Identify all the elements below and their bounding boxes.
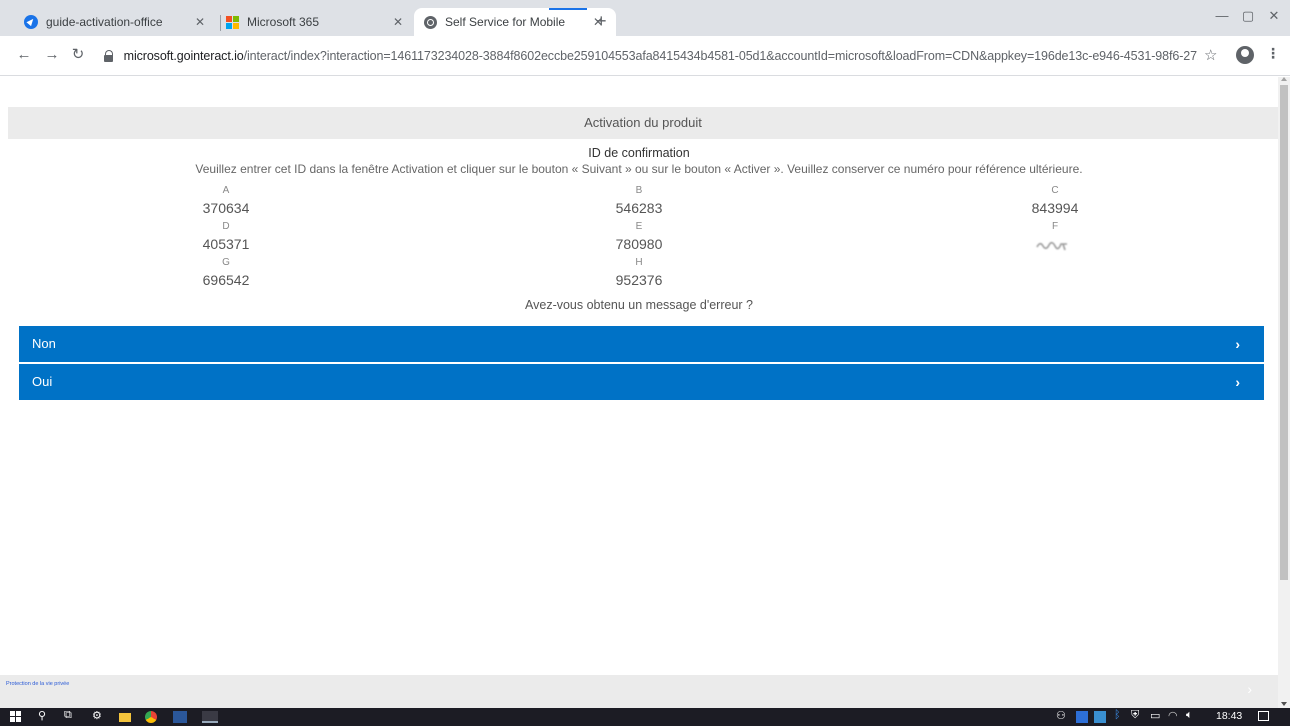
close-icon[interactable]: ✕	[192, 14, 208, 30]
id-group-c: C 843994	[1015, 184, 1095, 218]
id-group-a: A 370634	[186, 184, 266, 218]
browser-toolbar: ← → ↻ microsoft.gointeract.io/interact/i…	[0, 36, 1290, 76]
taskbar-clock[interactable]: 18:43	[1216, 710, 1242, 722]
wifi-icon[interactable]: ◠	[1168, 709, 1178, 722]
photos-icon[interactable]	[202, 711, 218, 723]
tab-microsoft-365[interactable]: Microsoft 365 ✕	[216, 8, 416, 36]
loading-indicator	[549, 8, 587, 10]
vertical-scrollbar[interactable]	[1278, 77, 1290, 708]
yes-label: Oui	[32, 374, 53, 389]
id-group-g: G 696542	[186, 256, 266, 290]
microsoft-logo-icon	[226, 15, 239, 29]
close-icon[interactable]: ✕	[390, 14, 406, 30]
people-icon[interactable]: ⚇	[1056, 709, 1066, 722]
id-value: 546283	[615, 200, 663, 216]
notification-icon[interactable]	[1258, 711, 1269, 721]
windows-start-icon[interactable]	[10, 711, 22, 723]
id-letter: A	[222, 185, 230, 196]
chevron-right-icon: ›	[1235, 374, 1240, 390]
chevron-right-icon: ›	[1235, 336, 1240, 352]
chrome-icon[interactable]	[145, 711, 157, 723]
id-value: 370634	[202, 200, 250, 216]
bookmark-star-icon[interactable]: ☆	[1204, 46, 1217, 64]
no-label: Non	[32, 336, 56, 351]
id-letter: G	[222, 257, 230, 268]
page-viewport: Activation du produit ID de confirmation…	[0, 77, 1278, 708]
lock-icon[interactable]	[104, 50, 114, 62]
id-value: 843994	[1031, 200, 1079, 216]
id-letter: B	[635, 185, 643, 196]
compass-icon	[24, 15, 38, 29]
id-value: 780980	[615, 236, 663, 252]
forward-arrow-icon[interactable]: →	[42, 46, 62, 64]
url-text: microsoft.gointeract.io/interact/index?i…	[123, 49, 1198, 63]
settings-gear-icon[interactable]: ⚙	[92, 709, 102, 722]
task-view-icon[interactable]: ⧉	[64, 709, 72, 722]
privacy-link[interactable]: Protection de la vie privée	[6, 681, 69, 687]
search-icon[interactable]: ⚲	[38, 709, 46, 722]
address-bar[interactable]: microsoft.gointeract.io/interact/index?i…	[96, 42, 1198, 70]
tab-title: Microsoft 365	[247, 15, 320, 29]
security-shield-icon[interactable]: ⛨	[1131, 709, 1139, 722]
tab-guide-activation[interactable]: guide-activation-office ✕	[14, 8, 218, 36]
tab-title: guide-activation-office	[46, 15, 163, 29]
close-window-icon[interactable]: ✕	[1254, 8, 1290, 24]
id-group-f: F	[1015, 220, 1095, 254]
scroll-down-arrow-icon[interactable]	[1281, 702, 1287, 706]
instructions-text: Veuillez entrer cet ID dans la fenêtre A…	[195, 162, 1083, 176]
chevron-right-icon[interactable]: ›	[1247, 681, 1252, 697]
id-letter: E	[635, 221, 643, 232]
yes-button[interactable]: Oui ›	[19, 364, 1264, 400]
id-value: 952376	[615, 272, 663, 288]
id-value: 696542	[202, 272, 250, 288]
id-letter: C	[1051, 185, 1059, 196]
scroll-thumb[interactable]	[1280, 85, 1288, 580]
id-group-e: E 780980	[599, 220, 679, 254]
id-letter: D	[222, 221, 230, 232]
windows-taskbar: ⚲ ⧉ ⚙ ⚇ ᛒ ⛨ ▭ ◠ 🔈︎ 18:43	[0, 708, 1290, 726]
profile-avatar-icon[interactable]	[1236, 46, 1254, 64]
more-menu-icon[interactable]: ⋮	[1266, 45, 1280, 62]
id-group-d: D 405371	[186, 220, 266, 254]
back-arrow-icon[interactable]: ←	[14, 46, 34, 64]
battery-icon[interactable]: ▭	[1150, 709, 1160, 722]
tab-title: Self Service for Mobile	[445, 15, 566, 29]
no-button[interactable]: Non ›	[19, 326, 1264, 362]
id-group-h: H 952376	[599, 256, 679, 290]
new-tab-plus-icon[interactable]: +	[596, 12, 607, 30]
word-icon[interactable]	[173, 711, 187, 723]
id-value-redacted	[1015, 235, 1095, 254]
error-question: Avez-vous obtenu un message d'erreur ?	[525, 298, 753, 312]
page-title: Activation du produit	[8, 107, 1278, 139]
id-group-b: B 546283	[599, 184, 679, 218]
tab-self-service[interactable]: Self Service for Mobile ✕	[414, 8, 616, 36]
redacted-scribble	[1036, 241, 1067, 251]
id-letter: F	[1051, 221, 1059, 232]
volume-icon[interactable]: 🔈︎	[1186, 709, 1193, 722]
tray-app-icon[interactable]	[1094, 711, 1106, 723]
bluetooth-icon[interactable]: ᛒ	[1114, 709, 1121, 721]
confirmation-id-title: ID de confirmation	[588, 146, 690, 160]
page-footer: Protection de la vie privée ›	[0, 675, 1278, 708]
globe-icon	[424, 15, 437, 29]
tray-app-icon[interactable]	[1076, 711, 1088, 723]
reload-icon[interactable]: ↻	[68, 46, 88, 64]
file-explorer-icon[interactable]	[119, 713, 131, 722]
id-letter: H	[635, 257, 643, 268]
tab-strip: guide-activation-office ✕ Microsoft 365 …	[0, 0, 1290, 36]
id-value: 405371	[202, 236, 250, 252]
scroll-up-arrow-icon[interactable]	[1281, 77, 1287, 81]
